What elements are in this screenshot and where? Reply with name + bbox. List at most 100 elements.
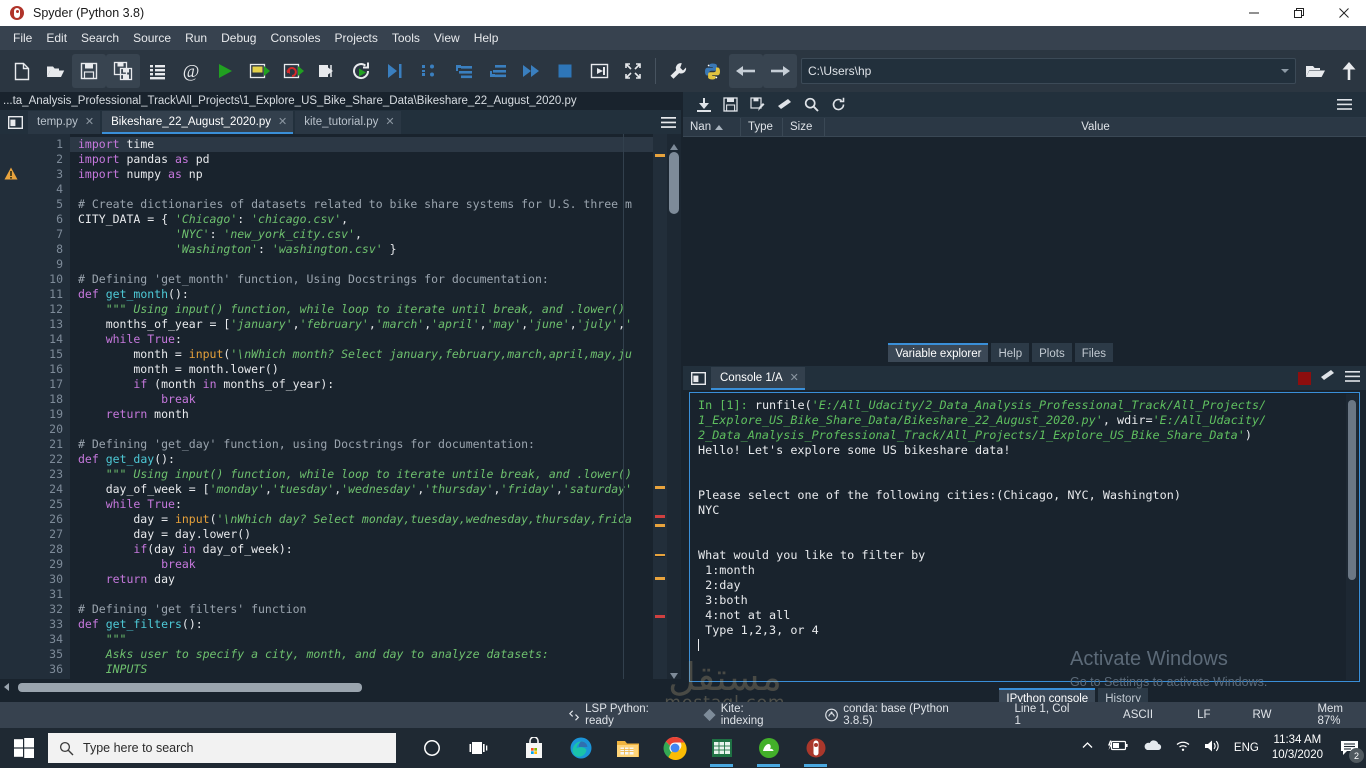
code-line[interactable]: 'NYC': 'new_york_city.csv', [78,227,653,242]
pythonpath-icon[interactable] [695,54,729,88]
debug-step-into-icon[interactable] [446,54,480,88]
scroll-up-icon[interactable] [670,138,678,146]
code-line[interactable]: return month [78,407,653,422]
onedrive-icon[interactable] [1142,739,1162,757]
back-icon[interactable] [729,54,763,88]
re-run-icon[interactable] [344,54,378,88]
debug-stop-icon[interactable] [548,54,582,88]
task-view-icon[interactable] [455,728,502,768]
search-icon[interactable] [798,94,825,116]
console-tab-1a[interactable]: Console 1/A ✕ [711,367,805,390]
editor-vertical-scrollbar[interactable] [667,134,681,679]
menu-edit[interactable]: Edit [39,28,74,48]
marker-error[interactable] [655,515,665,518]
code-line[interactable]: INPUTS [78,662,653,677]
run-cell-icon[interactable] [242,54,276,88]
save-file-icon[interactable] [72,54,106,88]
remove-all-variables-icon[interactable] [1320,369,1336,388]
minimize-icon[interactable] [1231,0,1276,26]
code-line[interactable]: def get_day(): [78,452,653,467]
excel-icon[interactable] [698,728,745,768]
scrollbar-thumb[interactable] [669,152,679,214]
maximize-icon[interactable] [1276,0,1321,26]
language-indicator[interactable]: ENG [1234,742,1259,754]
close-icon[interactable]: ✕ [790,371,799,384]
console-vertical-scrollbar[interactable] [1346,394,1358,680]
save-all-icon[interactable] [106,54,140,88]
code-line[interactable]: import pandas as pd [78,152,653,167]
code-line[interactable]: # Defining 'get_month' function, Using D… [78,272,653,287]
menu-debug[interactable]: Debug [214,28,263,48]
menu-help[interactable]: Help [467,28,506,48]
maximize-pane-icon[interactable] [582,54,616,88]
scroll-down-icon[interactable] [670,667,678,675]
column-header-value[interactable]: Value [825,118,1366,137]
clock[interactable]: 11:34 AM 10/3/2020 [1272,733,1323,763]
debug-step-over-icon[interactable] [412,54,446,88]
marker-warning[interactable] [655,524,665,527]
code-line[interactable] [78,587,653,602]
new-file-icon[interactable] [4,54,38,88]
chevron-down-icon[interactable] [1281,69,1289,73]
code-line[interactable]: def get_month(): [78,287,653,302]
preferences-icon[interactable] [661,54,695,88]
code-line[interactable]: break [78,392,653,407]
code-line[interactable]: if (month in months_of_year): [78,377,653,392]
anaconda-icon[interactable] [745,728,792,768]
marker-warning[interactable] [655,577,665,580]
console-options-hamburger-icon[interactable] [1345,370,1360,388]
debug-step-return-icon[interactable] [480,54,514,88]
warning-icon[interactable] [4,167,18,181]
find-symbol-icon[interactable]: @ [174,54,208,88]
tab-variable-explorer[interactable]: Variable explorer [888,343,988,362]
windows-start-icon[interactable] [0,728,48,768]
debug-continue-icon[interactable] [514,54,548,88]
close-icon[interactable] [1321,0,1366,26]
close-icon[interactable]: ✕ [278,115,287,128]
code-line[interactable]: import numpy as np [78,167,653,182]
cortana-icon[interactable] [408,728,455,768]
variable-explorer-options-hamburger-icon[interactable] [1331,94,1358,116]
refresh-icon[interactable] [825,94,852,116]
menu-source[interactable]: Source [126,28,178,48]
column-header-size[interactable]: Size [783,118,825,137]
menu-file[interactable]: File [6,28,39,48]
code-line[interactable]: CITY_DATA = { 'Chicago': 'chicago.csv', [78,212,653,227]
scrollbar-thumb[interactable] [1348,400,1356,580]
google-chrome-icon[interactable] [651,728,698,768]
wifi-icon[interactable] [1175,739,1191,757]
editor-issue-markers[interactable] [653,134,667,679]
file-explorer-icon[interactable] [604,728,651,768]
new-window-icon[interactable] [687,367,709,389]
import-data-icon[interactable] [690,94,717,116]
code-line[interactable]: """ [78,632,653,647]
close-icon[interactable]: ✕ [385,115,394,128]
run-cell-advance-icon[interactable] [276,54,310,88]
code-line[interactable]: if(day in day_of_week): [78,542,653,557]
code-line[interactable]: month = input('\nWhich month? Select jan… [78,347,653,362]
new-window-icon[interactable] [4,111,26,133]
editor-tab-temp[interactable]: temp.py ✕ [28,111,100,134]
code-line[interactable]: while True: [78,497,653,512]
code-line[interactable]: """ Using input() function, while loop t… [78,467,653,482]
status-lsp[interactable]: LSP Python: ready [568,703,675,727]
variable-explorer-body[interactable] [683,137,1366,340]
code-editor[interactable]: 1234567891011121314151617181920212223242… [0,134,681,679]
marker-warning[interactable] [655,486,665,489]
code-line[interactable]: # Create dictionaries of datasets relate… [78,197,653,212]
code-line[interactable]: 'Washington': 'washington.csv' } [78,242,653,257]
scrollbar-thumb[interactable] [18,683,362,692]
code-line[interactable]: day = input('\nWhich day? Select monday,… [78,512,653,527]
close-icon[interactable]: ✕ [85,115,94,128]
tab-plots[interactable]: Plots [1032,343,1072,362]
editor-warning-gutter[interactable] [0,134,22,679]
forward-icon[interactable] [763,54,797,88]
code-line[interactable]: import time [70,137,653,152]
open-folder-icon[interactable] [1298,54,1332,88]
status-conda[interactable]: conda: base (Python 3.8.5) [825,703,972,727]
editor-tab-kite-tutorial[interactable]: kite_tutorial.py ✕ [295,111,400,134]
save-data-icon[interactable] [717,94,744,116]
menu-tools[interactable]: Tools [385,28,427,48]
marker-error[interactable] [655,615,665,618]
menu-consoles[interactable]: Consoles [263,28,327,48]
